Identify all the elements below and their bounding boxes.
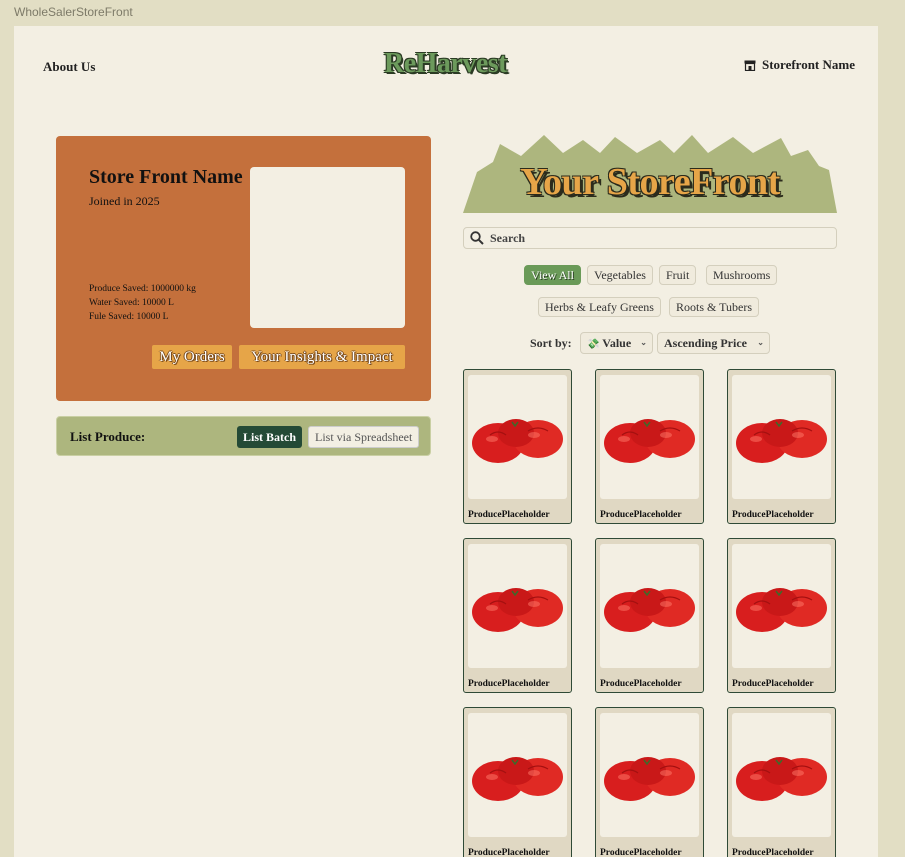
sort-value-label: Value (602, 336, 632, 350)
storefront-page: About Us ReHarvest Storefront Name Store… (14, 26, 878, 857)
product-name: ProducePlaceholder (468, 510, 550, 520)
money-icon: 💸 (587, 339, 600, 350)
search-input[interactable] (490, 230, 820, 246)
store-front-name: Store Front Name (89, 166, 243, 188)
store-icon (744, 60, 756, 71)
list-produce-label: List Produce: (70, 429, 146, 444)
storefront-name-label: Storefront Name (761, 57, 855, 72)
product-name: ProducePlaceholder (732, 848, 814, 857)
product-card[interactable]: ProducePlaceholder (595, 707, 704, 857)
sort-order-select[interactable]: Ascending Price ⌄ (657, 332, 770, 354)
product-card[interactable]: ProducePlaceholder (463, 707, 572, 857)
produce-saved-stat: Produce Saved: 1000000 kg (89, 284, 196, 294)
tomato-image (732, 375, 831, 499)
list-batch-button[interactable]: List Batch (237, 426, 303, 448)
sort-by-label: Sort by: (530, 336, 572, 350)
filter-mushrooms[interactable]: Mushrooms (706, 265, 778, 285)
storefront-title: Your StoreFront (520, 161, 780, 203)
tomato-image (468, 375, 567, 499)
product-card[interactable]: ProducePlaceholder (595, 538, 704, 693)
product-card[interactable]: ProducePlaceholder (463, 538, 572, 693)
filter-herbs-leafy-greens[interactable]: Herbs & Leafy Greens (538, 297, 661, 317)
filter-fruit[interactable]: Fruit (659, 265, 697, 285)
filter-vegetables[interactable]: Vegetables (587, 265, 653, 285)
sort-order-label: Ascending Price (664, 336, 747, 350)
fuel-saved-stat: Fule Saved: 10000 L (89, 312, 169, 322)
sort-value-select[interactable]: 💸 Value ⌄ (580, 332, 653, 354)
water-saved-stat: Water Saved: 10000 L (89, 298, 174, 308)
chevron-down-icon: ⌄ (757, 338, 764, 347)
search-bar[interactable] (463, 227, 837, 249)
list-produce-bar: List Produce: List Batch List via Spread… (56, 416, 431, 456)
chevron-down-icon: ⌄ (640, 338, 647, 347)
store-image-placeholder (250, 167, 405, 328)
product-card[interactable]: ProducePlaceholder (595, 369, 704, 524)
tomato-image (468, 544, 567, 668)
product-name: ProducePlaceholder (600, 510, 682, 520)
tomato-image (600, 544, 699, 668)
product-name: ProducePlaceholder (732, 679, 814, 689)
about-us-link[interactable]: About Us (43, 59, 95, 75)
product-name: ProducePlaceholder (468, 679, 550, 689)
my-orders-button[interactable]: My Orders (152, 345, 232, 369)
storefront-name-link[interactable]: Storefront Name (744, 57, 855, 73)
product-name: ProducePlaceholder (468, 848, 550, 857)
filter-roots-tubers[interactable]: Roots & Tubers (669, 297, 760, 317)
product-name: ProducePlaceholder (600, 679, 682, 689)
tomato-image (468, 713, 567, 837)
joined-date: Joined in 2025 (89, 194, 160, 208)
filter-view-all[interactable]: View All (524, 265, 581, 285)
product-card[interactable]: ProducePlaceholder (463, 369, 572, 524)
product-name: ProducePlaceholder (600, 848, 682, 857)
product-card[interactable]: ProducePlaceholder (727, 707, 836, 857)
tomato-image (732, 713, 831, 837)
search-icon (470, 231, 484, 245)
list-spreadsheet-button[interactable]: List via Spreadsheet (308, 426, 420, 448)
product-card[interactable]: ProducePlaceholder (727, 538, 836, 693)
frame-label: WholeSalerStoreFront (14, 5, 133, 19)
insights-impact-button[interactable]: Your Insights & Impact (239, 345, 405, 369)
profile-card: Store Front Name Joined in 2025 Produce … (56, 136, 431, 401)
storefront-banner: Your StoreFront (463, 134, 837, 214)
tomato-image (600, 713, 699, 837)
product-name: ProducePlaceholder (732, 510, 814, 520)
reharvest-logo[interactable]: ReHarvest (384, 48, 508, 80)
tomato-image (600, 375, 699, 499)
product-card[interactable]: ProducePlaceholder (727, 369, 836, 524)
impact-stats: Produce Saved: 1000000 kg Water Saved: 1… (89, 282, 196, 324)
tomato-image (732, 544, 831, 668)
